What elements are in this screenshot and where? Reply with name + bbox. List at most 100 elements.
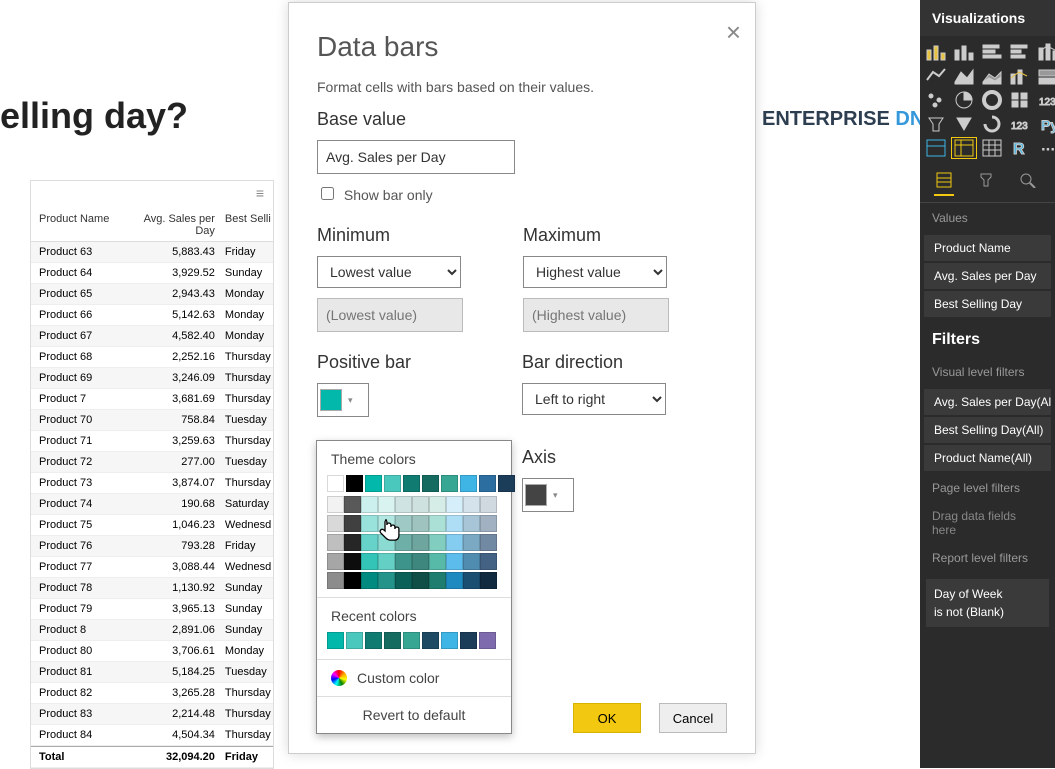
viz-type-icon[interactable] [1036,66,1055,86]
viz-type-icon[interactable] [924,90,948,110]
color-swatch[interactable] [378,534,395,551]
color-swatch[interactable] [378,496,395,513]
table-row[interactable]: Product 682,252.16Thursday [31,347,273,368]
viz-type-icon[interactable] [952,138,976,158]
base-value-input[interactable] [317,140,515,174]
color-swatch[interactable] [395,572,412,589]
viz-type-icon[interactable]: Py [1036,114,1055,134]
viz-type-icon[interactable] [924,42,948,62]
color-swatch[interactable] [365,632,382,649]
show-bar-only-checkbox[interactable] [321,187,334,200]
color-swatch[interactable] [441,632,458,649]
minimum-select[interactable]: Lowest value [317,256,461,288]
color-swatch[interactable] [446,553,463,570]
color-swatch[interactable] [480,496,497,513]
viz-type-icon[interactable] [924,138,948,158]
visual-filter-item[interactable]: Best Selling Day(All) [924,417,1051,443]
table-row[interactable]: Product 815,184.25Tuesday [31,662,273,683]
revert-to-default-button[interactable]: Revert to default [317,696,511,733]
color-swatch[interactable] [446,534,463,551]
viz-type-icon[interactable]: 123 [1008,114,1032,134]
table-row[interactable]: Product 76793.28Friday [31,536,273,557]
color-swatch[interactable] [395,496,412,513]
color-swatch[interactable] [344,572,361,589]
color-swatch[interactable] [498,475,515,492]
color-swatch[interactable] [446,515,463,532]
color-swatch[interactable] [412,534,429,551]
color-swatch[interactable] [412,496,429,513]
color-swatch[interactable] [378,515,395,532]
color-swatch[interactable] [479,475,496,492]
page-filters-hint[interactable]: Drag data fields here [920,503,1055,543]
color-swatch[interactable] [361,515,378,532]
bar-direction-select[interactable]: Left to right [522,383,666,415]
color-swatch[interactable] [384,475,401,492]
field-well-item[interactable]: Best Selling Day [924,291,1051,317]
field-well-item[interactable]: Product Name [924,235,1051,261]
viz-type-icon[interactable] [1008,66,1032,86]
color-swatch[interactable] [463,553,480,570]
color-swatch[interactable] [346,475,363,492]
table-row[interactable]: Product 652,943.43Monday [31,284,273,305]
table-visual[interactable]: ≡ Product Name Avg. Sales per Day Best S… [30,180,274,769]
viz-type-icon[interactable]: ··· [1036,138,1055,158]
color-swatch[interactable] [463,534,480,551]
table-row[interactable]: Product 773,088.44Wednesd [31,557,273,578]
viz-type-icon[interactable] [1008,90,1032,110]
color-swatch[interactable] [412,572,429,589]
color-swatch[interactable] [422,475,439,492]
table-row[interactable]: Product 82,891.06Sunday [31,620,273,641]
viz-type-icon[interactable] [980,66,1004,86]
color-swatch[interactable] [412,515,429,532]
color-swatch[interactable] [361,496,378,513]
table-row[interactable]: Product 751,046.23Wednesd [31,515,273,536]
table-row[interactable]: Product 713,259.63Thursday [31,431,273,452]
color-swatch[interactable] [463,572,480,589]
color-swatch[interactable] [429,572,446,589]
cancel-button[interactable]: Cancel [659,703,727,733]
ok-button[interactable]: OK [573,703,641,733]
close-icon[interactable]: × [726,17,741,48]
color-swatch[interactable] [327,632,344,649]
color-swatch[interactable] [422,632,439,649]
report-filter-card[interactable]: Day of Week is not (Blank) [926,579,1049,627]
viz-type-icon[interactable] [952,90,976,110]
viz-type-icon[interactable] [924,114,948,134]
color-swatch[interactable] [446,572,463,589]
col-best-day[interactable]: Best Selli [225,213,273,237]
viz-type-icon[interactable] [980,90,1004,110]
color-swatch[interactable] [460,632,477,649]
table-row[interactable]: Product 643,929.52Sunday [31,263,273,284]
table-row[interactable]: Product 733,874.07Thursday [31,473,273,494]
color-swatch[interactable] [480,515,497,532]
color-swatch[interactable] [479,632,496,649]
color-swatch[interactable] [403,632,420,649]
table-row[interactable]: Product 793,965.13Sunday [31,599,273,620]
color-swatch[interactable] [327,553,344,570]
color-swatch[interactable] [365,475,382,492]
fields-tab-icon[interactable] [934,170,954,196]
color-swatch[interactable] [412,553,429,570]
viz-type-icon[interactable] [980,42,1004,62]
color-swatch[interactable] [460,475,477,492]
color-swatch[interactable] [344,534,361,551]
viz-type-icon[interactable] [952,66,976,86]
color-swatch[interactable] [327,572,344,589]
visual-filter-item[interactable]: Product Name(All) [924,445,1051,471]
color-swatch[interactable] [384,632,401,649]
color-swatch[interactable] [361,534,378,551]
col-product-name[interactable]: Product Name [31,213,130,237]
table-row[interactable]: Product 832,214.48Thursday [31,704,273,725]
color-swatch[interactable] [480,572,497,589]
col-avg-sales[interactable]: Avg. Sales per Day [130,213,225,237]
color-swatch[interactable] [346,632,363,649]
color-swatch[interactable] [480,553,497,570]
color-swatch[interactable] [429,534,446,551]
table-row[interactable]: Product 70758.84Tuesday [31,410,273,431]
color-swatch[interactable] [429,496,446,513]
color-swatch[interactable] [403,475,420,492]
color-swatch[interactable] [395,534,412,551]
table-row[interactable]: Product 781,130.92Sunday [31,578,273,599]
color-swatch[interactable] [344,496,361,513]
color-swatch[interactable] [480,534,497,551]
